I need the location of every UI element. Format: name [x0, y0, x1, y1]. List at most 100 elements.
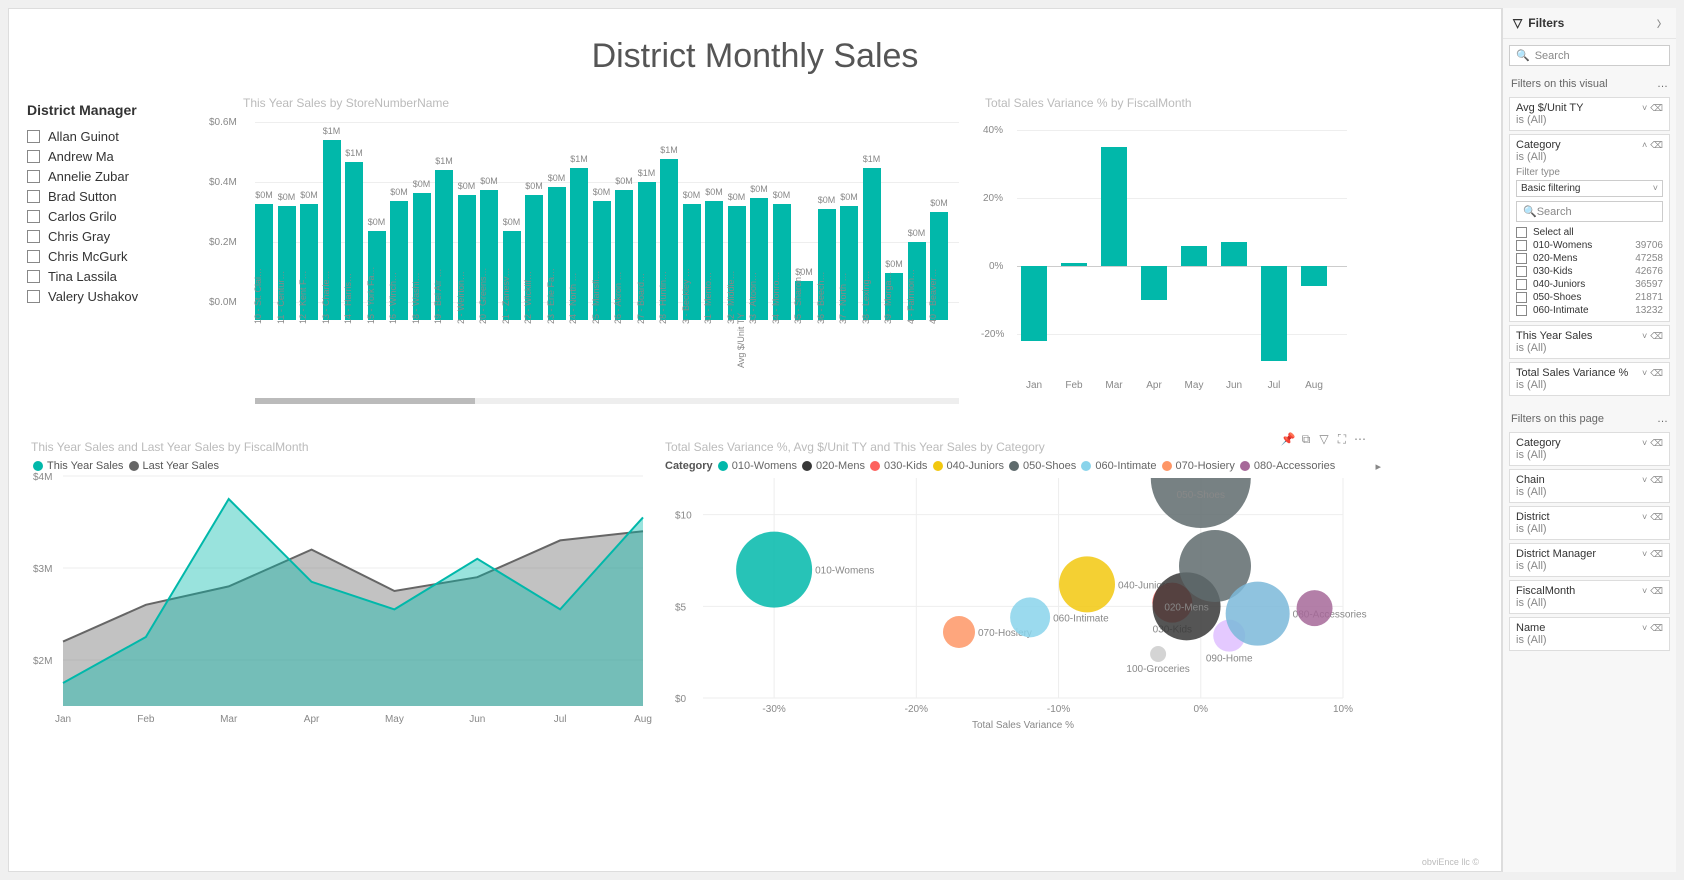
clear-icon[interactable]: ⌫	[1650, 103, 1663, 113]
more-icon[interactable]: ⋯	[1351, 430, 1369, 448]
bubble[interactable]	[1151, 478, 1251, 528]
bar[interactable]: $0M35 - Sharon…	[795, 281, 813, 320]
chevron-icon[interactable]: ˅	[1642, 623, 1647, 633]
bar[interactable]: $0M16 - Winch…	[390, 201, 408, 320]
bar[interactable]	[1061, 263, 1087, 266]
bar[interactable]: $0M31 - Mento…	[705, 201, 723, 320]
bar[interactable]: $0M21 - Zanesv…	[503, 231, 521, 320]
clear-icon[interactable]: ⌫	[1650, 586, 1663, 596]
filter-card[interactable]: Category˅ ⌫is (All)	[1509, 432, 1670, 466]
bar[interactable]: $1M27 - Board…	[638, 182, 656, 320]
filters-pane[interactable]: ▽ Filters 〉 🔍 Search Filters on this vis…	[1502, 8, 1676, 872]
bar[interactable]	[1221, 242, 1247, 266]
filter-option[interactable]: Select all	[1516, 226, 1663, 239]
chevron-icon[interactable]: ˅	[1642, 438, 1647, 448]
clear-icon[interactable]: ⌫	[1650, 331, 1663, 341]
chevron-icon[interactable]: ˅	[1642, 512, 1647, 522]
filters-search-input[interactable]: 🔍 Search	[1509, 45, 1670, 66]
checkbox-icon[interactable]	[1516, 253, 1527, 264]
filter-card[interactable]: District Manager˅ ⌫is (All)	[1509, 543, 1670, 577]
checkbox-icon[interactable]	[27, 230, 40, 243]
slicer-item[interactable]: Chris Gray	[27, 226, 207, 246]
slicer-item[interactable]: Chris McGurk	[27, 246, 207, 266]
bubble[interactable]	[1297, 590, 1333, 626]
bar[interactable]: $0M2 - Weirton…	[458, 195, 476, 320]
bar[interactable]: $1M13 - Charle…	[323, 140, 341, 320]
checkbox-icon[interactable]	[1516, 292, 1527, 303]
filter-option[interactable]: 050-Shoes21871	[1516, 291, 1663, 304]
bar[interactable]	[1021, 266, 1047, 341]
checkbox-icon[interactable]	[27, 130, 40, 143]
bar[interactable]: $0M23 - Erie Fa…	[548, 187, 566, 320]
bar[interactable]: $0M26 - Akron …	[615, 190, 633, 320]
bubble[interactable]	[943, 616, 975, 648]
bar[interactable]	[1141, 266, 1167, 300]
focus-icon[interactable]: ⛶	[1333, 430, 1351, 448]
chevron-right-icon[interactable]: 〉	[1657, 17, 1666, 30]
bar[interactable]	[1261, 266, 1287, 361]
bar[interactable]: $0M36 - Beech…	[818, 209, 836, 320]
bar[interactable]: $0M15 - York Fa…	[368, 231, 386, 320]
copy-icon[interactable]: ⧉	[1297, 430, 1315, 448]
slicer-item[interactable]: Allan Guinot	[27, 126, 207, 146]
bar[interactable]	[1181, 246, 1207, 266]
bar[interactable]: $0M3 - Beckley …	[683, 204, 701, 320]
bar[interactable]: $0M40 - Beaver…	[930, 212, 948, 320]
clear-icon[interactable]: ⌫	[1650, 140, 1663, 150]
bar[interactable]: $0M37 - North …	[840, 206, 858, 320]
filter-option[interactable]: 060-Intimate13232	[1516, 304, 1663, 317]
checkbox-icon[interactable]	[27, 170, 40, 183]
bar[interactable]: $1M14 - Harris…	[345, 162, 363, 320]
slicer-item[interactable]: Annelie Zubar	[27, 166, 207, 186]
bar[interactable]: $0M33 - Altoon…	[750, 198, 768, 320]
bubble[interactable]	[1010, 597, 1050, 637]
scrollbar-thumb[interactable]	[255, 398, 475, 404]
chevron-icon[interactable]: ˅	[1642, 549, 1647, 559]
chevron-icon[interactable]: ˅	[1642, 475, 1647, 485]
chart-scatter-category[interactable]: 📌 ⧉ ▽ ⛶ ⋯ Total Sales Variance %, Avg $/…	[661, 436, 1381, 796]
bar[interactable]: $0M32 - Middle…	[728, 206, 746, 320]
bar[interactable]: $0M12 - Kent F…	[300, 204, 318, 320]
bar[interactable]: $1M28 - Huntin…	[660, 159, 678, 320]
bubble[interactable]	[1059, 556, 1115, 612]
filter-card[interactable]: This Year Sales˅ ⌫is (All)	[1509, 325, 1670, 359]
checkbox-icon[interactable]	[1516, 279, 1527, 290]
checkbox-icon[interactable]	[27, 210, 40, 223]
legend-more-icon[interactable]: ▸	[1375, 460, 1381, 473]
slicer-district-manager[interactable]: District Manager Allan GuinotAndrew MaAn…	[27, 92, 207, 422]
checkbox-icon[interactable]	[1516, 266, 1527, 277]
filter-icon[interactable]: ▽	[1315, 430, 1333, 448]
filter-card[interactable]: Name˅ ⌫is (All)	[1509, 617, 1670, 651]
checkbox-icon[interactable]	[27, 270, 40, 283]
checkbox-icon[interactable]	[27, 190, 40, 203]
bar[interactable]: $0M11 - Centur…	[278, 206, 296, 320]
filter-card[interactable]: Category˄ ⌫is (All)Filter typeBasic filt…	[1509, 134, 1670, 322]
bar[interactable]: $0M18 - Washi…	[413, 193, 431, 320]
bubble[interactable]	[1226, 582, 1290, 646]
chevron-icon[interactable]: ˅	[1642, 331, 1647, 341]
chevron-icon[interactable]: ˅	[1642, 368, 1647, 378]
checkbox-icon[interactable]	[27, 290, 40, 303]
bar[interactable]: $1M38 - Lexing…	[863, 168, 881, 320]
bar[interactable]: $0M25 - Mansfi…	[593, 201, 611, 320]
clear-icon[interactable]: ⌫	[1650, 512, 1663, 522]
slicer-item[interactable]: Andrew Ma	[27, 146, 207, 166]
bar[interactable]: $0M4 - Fairmon…	[908, 242, 926, 320]
filter-option[interactable]: 020-Mens47258	[1516, 252, 1663, 265]
filter-option[interactable]: 040-Juniors36597	[1516, 278, 1663, 291]
bar[interactable]: $0M39 - Morga…	[885, 273, 903, 320]
slicer-item[interactable]: Tina Lassila	[27, 266, 207, 286]
bar[interactable]: $0M20 - Greens…	[480, 190, 498, 320]
filter-option[interactable]: 010-Womens39706	[1516, 239, 1663, 252]
slicer-item[interactable]: Valery Ushakov	[27, 286, 207, 306]
filter-card[interactable]: Avg $/Unit TY˅ ⌫is (All)	[1509, 97, 1670, 131]
bar[interactable]	[1301, 266, 1327, 286]
filter-search-input[interactable]: 🔍 Search	[1516, 201, 1663, 222]
pin-icon[interactable]: 📌	[1279, 430, 1297, 448]
bar[interactable]: $1M24 - North …	[570, 168, 588, 320]
bar[interactable]: $1M19 - Bel Air …	[435, 170, 453, 320]
clear-icon[interactable]: ⌫	[1650, 475, 1663, 485]
filter-type-select[interactable]: Basic filtering˅	[1516, 180, 1663, 197]
chevron-icon[interactable]: ˅	[1642, 586, 1647, 596]
slicer-item[interactable]: Brad Sutton	[27, 186, 207, 206]
